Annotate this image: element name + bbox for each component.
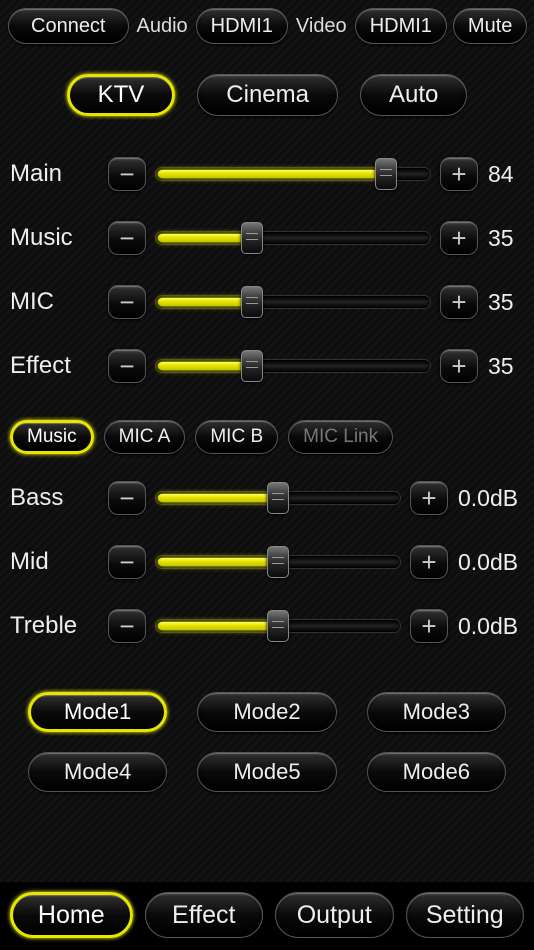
- slider-row-main: Main− +84: [10, 142, 524, 206]
- slider-value-mid: 0.0dB: [454, 549, 524, 576]
- slider-label-treble: Treble: [10, 612, 102, 640]
- mode-cinema[interactable]: Cinema: [197, 74, 338, 116]
- mode-ktv[interactable]: KTV: [67, 74, 176, 116]
- slider-value-effect: 35: [484, 353, 524, 380]
- subtab-mica[interactable]: MIC A: [104, 420, 186, 454]
- slider-value-main: 84: [484, 161, 524, 188]
- slider-label-effect: Effect: [10, 352, 102, 380]
- slider-bass[interactable]: [156, 492, 400, 504]
- slider-thumb-mid[interactable]: [267, 546, 289, 578]
- subtab-music[interactable]: Music: [10, 420, 94, 454]
- nav-setting[interactable]: Setting: [406, 892, 525, 938]
- slider-row-music: Music− +35: [10, 206, 524, 270]
- top-bar: Connect Audio HDMI1 Video HDMI1 Mute: [0, 0, 534, 50]
- preset-mode4[interactable]: Mode4: [28, 752, 167, 792]
- eq-sliders: Bass−+0.0dBMid−+0.0dBTreble−+0.0dB: [0, 460, 534, 664]
- plus-button-music[interactable]: +: [440, 221, 478, 255]
- mode-row: KTV Cinema Auto: [0, 50, 534, 134]
- minus-button-treble[interactable]: −: [108, 609, 146, 643]
- slider-mic[interactable]: [156, 296, 430, 308]
- preset-mode2[interactable]: Mode2: [197, 692, 336, 732]
- preset-mode6[interactable]: Mode6: [367, 752, 506, 792]
- subtab-miclink[interactable]: MIC Link: [288, 420, 393, 454]
- main-sliders: Main−+84Music−+35MIC−+35Effect−+35: [0, 134, 534, 412]
- slider-thumb-treble[interactable]: [267, 610, 289, 642]
- slider-value-bass: 0.0dB: [454, 485, 524, 512]
- slider-thumb-mic[interactable]: [241, 286, 263, 318]
- preset-mode1[interactable]: Mode1: [28, 692, 167, 732]
- audio-select[interactable]: HDMI1: [196, 8, 288, 44]
- slider-main[interactable]: [156, 168, 430, 180]
- slider-label-mid: Mid: [10, 548, 102, 576]
- preset-mode3[interactable]: Mode3: [367, 692, 506, 732]
- slider-thumb-music[interactable]: [241, 222, 263, 254]
- slider-thumb-effect[interactable]: [241, 350, 263, 382]
- slider-value-treble: 0.0dB: [454, 613, 524, 640]
- preset-mode5[interactable]: Mode5: [197, 752, 336, 792]
- minus-button-mic[interactable]: −: [108, 285, 146, 319]
- sub-tabs: Music MIC A MIC B MIC Link: [0, 412, 534, 460]
- slider-row-bass: Bass− +0.0dB: [10, 466, 524, 530]
- plus-button-mic[interactable]: +: [440, 285, 478, 319]
- minus-button-main[interactable]: −: [108, 157, 146, 191]
- slider-music[interactable]: [156, 232, 430, 244]
- slider-row-treble: Treble− +0.0dB: [10, 594, 524, 658]
- nav-home[interactable]: Home: [10, 892, 133, 938]
- minus-button-effect[interactable]: −: [108, 349, 146, 383]
- audio-label: Audio: [137, 15, 188, 38]
- slider-value-music: 35: [484, 225, 524, 252]
- slider-label-main: Main: [10, 160, 102, 188]
- minus-button-bass[interactable]: −: [108, 481, 146, 515]
- subtab-micb[interactable]: MIC B: [195, 420, 278, 454]
- nav-output[interactable]: Output: [275, 892, 394, 938]
- minus-button-music[interactable]: −: [108, 221, 146, 255]
- plus-button-mid[interactable]: +: [410, 545, 448, 579]
- video-label: Video: [296, 15, 347, 38]
- slider-row-effect: Effect− +35: [10, 334, 524, 398]
- slider-thumb-bass[interactable]: [267, 482, 289, 514]
- connect-button[interactable]: Connect: [8, 8, 129, 44]
- plus-button-bass[interactable]: +: [410, 481, 448, 515]
- slider-row-mic: MIC− +35: [10, 270, 524, 334]
- minus-button-mid[interactable]: −: [108, 545, 146, 579]
- bottom-nav: Home EffectOutput Setting: [0, 882, 534, 950]
- slider-row-mid: Mid− +0.0dB: [10, 530, 524, 594]
- slider-label-mic: MIC: [10, 288, 102, 316]
- plus-button-main[interactable]: +: [440, 157, 478, 191]
- slider-label-music: Music: [10, 224, 102, 252]
- slider-thumb-main[interactable]: [375, 158, 397, 190]
- presets: Mode1 Mode2 Mode3 Mode4 Mode5 Mode6: [0, 664, 534, 812]
- slider-value-mic: 35: [484, 289, 524, 316]
- slider-treble[interactable]: [156, 620, 400, 632]
- plus-button-effect[interactable]: +: [440, 349, 478, 383]
- mute-button[interactable]: Mute: [453, 8, 527, 44]
- slider-label-bass: Bass: [10, 484, 102, 512]
- slider-mid[interactable]: [156, 556, 400, 568]
- mode-auto[interactable]: Auto: [360, 74, 467, 116]
- nav-effect[interactable]: Effect: [145, 892, 264, 938]
- video-select[interactable]: HDMI1: [355, 8, 447, 44]
- slider-effect[interactable]: [156, 360, 430, 372]
- plus-button-treble[interactable]: +: [410, 609, 448, 643]
